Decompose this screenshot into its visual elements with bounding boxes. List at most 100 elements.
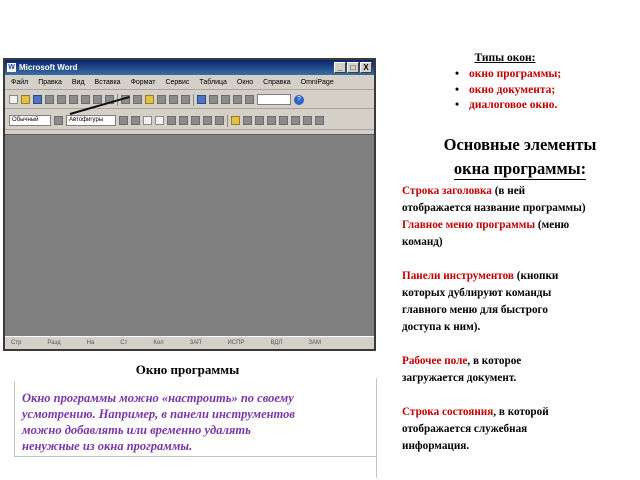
elements-heading-line2: окна программы: — [453, 159, 587, 180]
standard-toolbar: ? — [5, 91, 374, 109]
menu-file[interactable]: Файл — [11, 79, 28, 86]
paste-icon[interactable] — [145, 95, 154, 104]
element-term: Главное меню программы — [402, 219, 536, 231]
close-button[interactable]: X — [360, 62, 372, 73]
window-type-item: диалоговое окно. — [455, 98, 561, 114]
element-main-menu: Главное меню программы (меню команд) — [402, 217, 638, 251]
element-toolbars: Панели инструментов (кнопки которых дубл… — [402, 268, 638, 336]
window-types-title: Типы окон: — [474, 52, 536, 64]
workspace-area[interactable] — [5, 134, 374, 336]
dash-style-icon[interactable] — [279, 116, 288, 125]
wordart-icon[interactable] — [179, 116, 188, 125]
note-line: Окно программы можно «настроить» по свое… — [22, 391, 294, 405]
element-text: отображается служебная — [402, 423, 528, 435]
fill-color-icon[interactable] — [231, 116, 240, 125]
diagram-icon[interactable] — [191, 116, 200, 125]
element-term: Рабочее поле — [402, 355, 468, 367]
element-text: которых дублируют команды — [402, 287, 552, 299]
style-combo[interactable]: Обычный — [9, 115, 51, 126]
font-color-icon[interactable] — [255, 116, 264, 125]
arrow-icon[interactable] — [131, 116, 140, 125]
note-line: можно добавлять или временно удалять — [22, 423, 251, 437]
menu-format[interactable]: Формат — [131, 79, 156, 86]
customization-note: Окно программы можно «настроить» по свое… — [22, 390, 372, 454]
menu-edit[interactable]: Правка — [38, 79, 62, 86]
element-text: , в которое — [467, 355, 522, 367]
spelling-icon[interactable] — [93, 95, 102, 104]
menu-insert[interactable]: Вставка — [95, 79, 121, 86]
redo-icon[interactable] — [181, 95, 190, 104]
element-text: (в ней — [491, 185, 526, 197]
minimize-button[interactable]: _ — [334, 62, 346, 73]
element-work-area: Рабочее поле, в которое загружается доку… — [402, 353, 638, 387]
draw-icon[interactable] — [54, 116, 63, 125]
arrow-style-icon[interactable] — [291, 116, 300, 125]
text-box-icon[interactable] — [167, 116, 176, 125]
line-icon[interactable] — [119, 116, 128, 125]
status-position: На — [86, 340, 95, 346]
toolbar-separator — [227, 114, 228, 127]
line-style-icon[interactable] — [267, 116, 276, 125]
status-section: Разд — [47, 340, 61, 346]
line-color-icon[interactable] — [243, 116, 252, 125]
format-painter-icon[interactable] — [157, 95, 166, 104]
oval-icon[interactable] — [155, 116, 164, 125]
column-divider — [376, 378, 377, 478]
element-term: Строка заголовка — [402, 185, 492, 197]
undo-icon[interactable] — [169, 95, 178, 104]
menu-help[interactable]: Справка — [263, 79, 290, 86]
permission-icon[interactable] — [45, 95, 54, 104]
main-menu: Файл Правка Вид Вставка Формат Сервис Та… — [5, 76, 374, 90]
tables-icon[interactable] — [209, 95, 218, 104]
note-box: Окно программы можно «настроить» по свое… — [14, 382, 376, 457]
autoshapes-combo[interactable]: Автофигуры — [66, 115, 116, 126]
drawing-icon[interactable] — [245, 95, 254, 104]
note-border-left — [14, 382, 15, 456]
status-ovr: ЗАМ — [308, 340, 321, 346]
note-line: ненужные из окна программы. — [22, 439, 193, 453]
columns-icon[interactable] — [233, 95, 242, 104]
element-term: Строка состояния — [402, 406, 494, 418]
status-ext: ВДЛ — [270, 340, 283, 346]
element-term: Панели инструментов — [402, 270, 514, 282]
clipart-icon[interactable] — [203, 116, 212, 125]
maximize-button[interactable]: □ — [347, 62, 359, 73]
menu-table[interactable]: Таблица — [199, 79, 226, 86]
menu-omnipage[interactable]: OmniPage — [301, 79, 334, 86]
element-text: , в которой — [493, 406, 549, 418]
save-icon[interactable] — [33, 95, 42, 104]
window-title: Microsoft Word — [19, 63, 78, 72]
open-folder-icon[interactable] — [21, 95, 30, 104]
menu-window[interactable]: Окно — [237, 79, 253, 86]
email-icon[interactable] — [57, 95, 66, 104]
status-page: Стр — [11, 340, 22, 346]
help-icon[interactable]: ? — [294, 94, 304, 105]
zoom-combo[interactable] — [257, 94, 291, 105]
copy-icon[interactable] — [133, 95, 142, 104]
window-type-item: окно программы; — [455, 67, 561, 83]
status-line: Ст — [120, 340, 128, 346]
note-line: усмотрению. Например, в панели инструмен… — [22, 407, 295, 421]
element-title-bar: Строка заголовка (в ней отображается наз… — [402, 183, 638, 217]
status-trk: ИСПР — [227, 340, 245, 346]
shadow-icon[interactable] — [303, 116, 312, 125]
3d-icon[interactable] — [315, 116, 324, 125]
hyperlink-icon[interactable] — [197, 95, 206, 104]
menu-tools[interactable]: Сервис — [165, 79, 189, 86]
element-text: главного меню для быстрого — [402, 304, 548, 316]
print-preview-icon[interactable] — [81, 95, 90, 104]
element-text: информация. — [402, 440, 470, 452]
element-text: отображается название программы) — [402, 202, 586, 214]
rectangle-icon[interactable] — [143, 116, 152, 125]
print-icon[interactable] — [69, 95, 78, 104]
element-text: (меню — [535, 219, 570, 231]
element-status-bar: Строка состояния, в которой отображается… — [402, 404, 638, 455]
insert-table-icon[interactable] — [221, 95, 230, 104]
status-column: Кол — [153, 340, 164, 346]
window-controls: _ □ X — [334, 62, 372, 73]
new-document-icon[interactable] — [9, 95, 18, 104]
picture-icon[interactable] — [215, 116, 224, 125]
word-window-screenshot: W Microsoft Word _ □ X Файл Правка Вид В… — [3, 58, 376, 351]
menu-view[interactable]: Вид — [72, 79, 85, 86]
word-app-icon: W — [7, 63, 16, 72]
